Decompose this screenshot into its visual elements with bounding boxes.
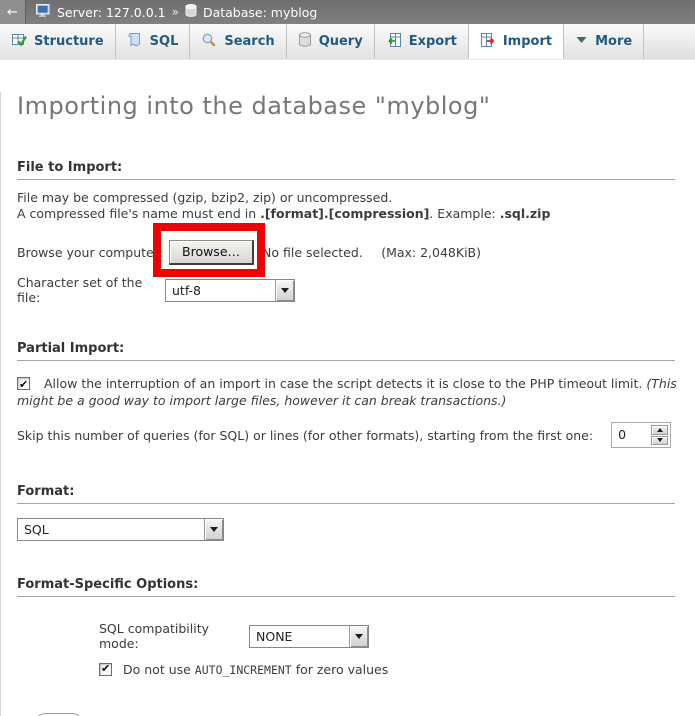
search-icon [201, 32, 217, 52]
skip-queries-label: Skip this number of queries (for SQL) or… [17, 428, 593, 443]
stepper-up-button[interactable] [651, 425, 668, 435]
tab-label: Import [503, 34, 552, 49]
section-heading-file-to-import: File to Import: [17, 160, 675, 180]
skip-queries-row: Skip this number of queries (for SQL) or… [17, 422, 679, 448]
browse-row: Browse your computer: Browse… No file se… [17, 239, 679, 265]
note-line2-mid: . Example: [429, 206, 499, 221]
server-icon [36, 4, 51, 20]
dropdown-arrow-icon[interactable] [275, 280, 294, 301]
sql-compat-select[interactable]: NONE [249, 625, 369, 648]
section-heading-partial-import: Partial Import: [17, 341, 675, 361]
section-heading-format-options: Format-Specific Options: [17, 577, 675, 597]
format-selected-value: SQL [18, 519, 204, 540]
structure-icon [11, 32, 27, 52]
charset-selected-value: utf-8 [166, 280, 275, 301]
note-example: .sql.zip [500, 206, 551, 221]
tab-sql[interactable]: SQL [116, 24, 191, 59]
tab-query[interactable]: Query [287, 24, 375, 59]
tab-more[interactable]: More [564, 24, 644, 59]
export-icon [386, 32, 402, 52]
sql-compat-label: SQL compatibility mode: [99, 621, 249, 651]
phpmyadmin-import-page: ← Server: 127.0.0.1 » Database: myblog S… [0, 0, 695, 716]
tab-export[interactable]: Export [375, 24, 469, 59]
breadcrumb: Server: 127.0.0.1 » Database: myblog [26, 4, 317, 20]
stepper-down-button[interactable] [651, 436, 668, 446]
tab-label: Export [409, 34, 457, 49]
autoinc-option: Do not use AUTO_INCREMENT for zero value… [17, 662, 679, 677]
autoinc-code: AUTO_INCREMENT [195, 663, 292, 677]
breadcrumb-bar: ← Server: 127.0.0.1 » Database: myblog [0, 0, 695, 24]
allow-interrupt-text: Allow the interruption of an import in c… [44, 376, 646, 391]
note-format-pattern: .[format].[compression] [260, 206, 429, 221]
breadcrumb-server[interactable]: Server: 127.0.0.1 [57, 5, 166, 20]
charset-row: Character set of the file: utf-8 [17, 275, 679, 305]
sql-compat-row: SQL compatibility mode: NONE [17, 621, 679, 651]
browse-button[interactable]: Browse… [169, 240, 254, 265]
tab-structure[interactable]: Structure [0, 24, 116, 59]
max-size-text: (Max: 2,048KiB) [381, 245, 481, 260]
sql-icon [127, 32, 143, 52]
tab-label: More [595, 34, 632, 49]
format-select[interactable]: SQL [17, 518, 224, 541]
no-file-selected-text: No file selected. [262, 245, 363, 260]
note-line2-start: A compressed file's name must end in [17, 206, 260, 221]
chevron-down-icon [575, 34, 588, 49]
tab-label: Search [224, 34, 274, 49]
charset-select[interactable]: utf-8 [165, 279, 295, 302]
allow-interrupt-option: Allow the interruption of an import in c… [17, 375, 679, 409]
page-title: Importing into the database "myblog" [17, 92, 679, 120]
back-button[interactable]: ← [0, 0, 26, 24]
charset-label: Character set of the file: [17, 275, 165, 305]
breadcrumb-separator: » [172, 5, 179, 19]
allow-interrupt-checkbox[interactable] [17, 377, 30, 390]
dropdown-arrow-icon[interactable] [204, 519, 223, 540]
skip-queries-stepper[interactable]: 0 [611, 422, 671, 448]
main-content: Importing into the database "myblog" Fil… [0, 92, 695, 716]
note-line1: File may be compressed (gzip, bzip2, zip… [17, 190, 392, 205]
tab-label: Query [319, 34, 363, 49]
autoinc-label: Do not use AUTO_INCREMENT for zero value… [123, 662, 388, 677]
browse-label: Browse your computer: [17, 245, 165, 260]
tab-search[interactable]: Search [190, 24, 286, 59]
database-icon [185, 4, 197, 20]
section-heading-format: Format: [17, 484, 675, 504]
sql-compat-selected-value: NONE [250, 626, 349, 647]
tab-label: Structure [34, 34, 104, 49]
tab-bar: Structure SQL Search Query Export Import… [0, 24, 695, 60]
tab-label: SQL [150, 34, 179, 49]
breadcrumb-database[interactable]: Database: myblog [203, 5, 317, 20]
query-icon [298, 32, 312, 51]
skip-queries-value: 0 [614, 425, 651, 445]
dropdown-arrow-icon[interactable] [349, 626, 368, 647]
tab-import[interactable]: Import [469, 24, 564, 59]
back-arrow-icon: ← [7, 5, 18, 20]
compression-note: File may be compressed (gzip, bzip2, zip… [17, 190, 679, 222]
import-icon [480, 32, 496, 52]
autoinc-checkbox[interactable] [99, 663, 112, 676]
